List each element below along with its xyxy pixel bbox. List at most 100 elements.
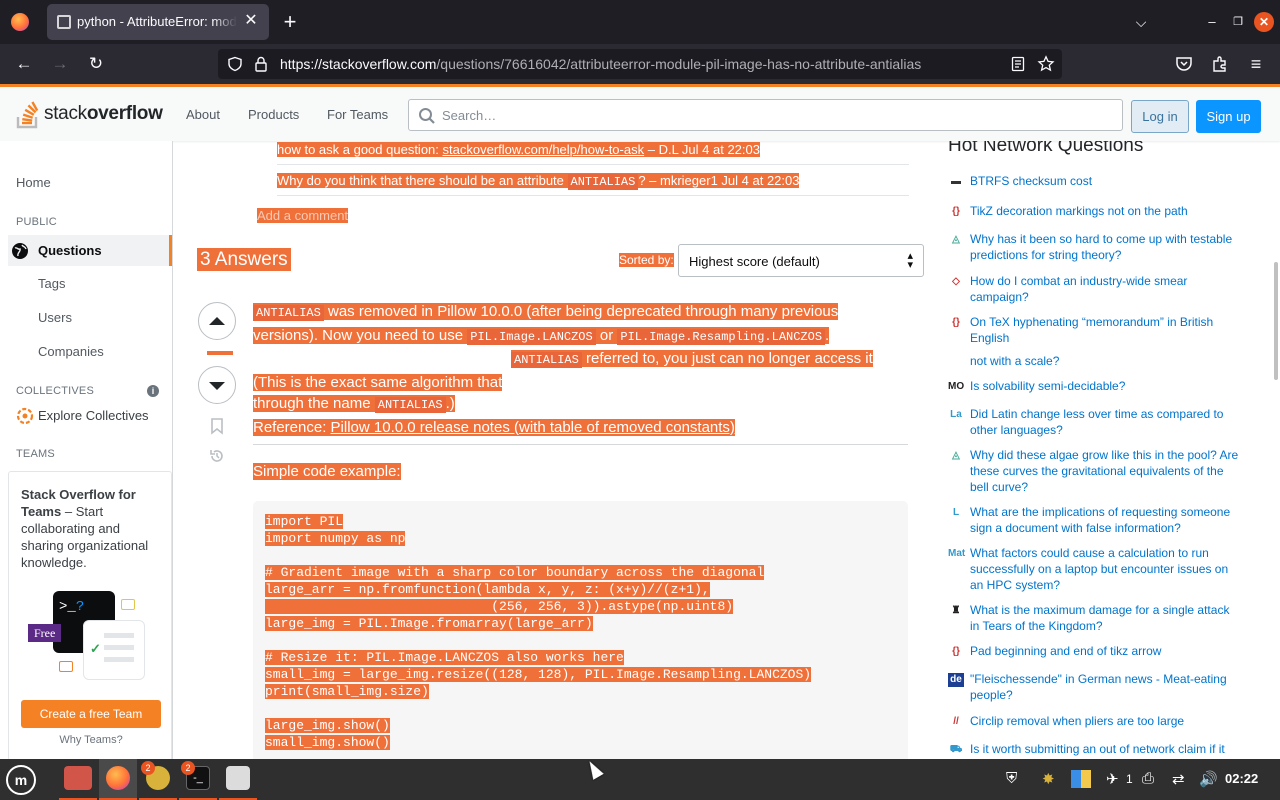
money-site-icon: ⛟ — [949, 744, 963, 755]
hnq-question-link[interactable]: On TeX hyphenating “memorandum” in Briti… — [970, 314, 1242, 346]
maximize-icon[interactable]: ❐ — [1228, 12, 1248, 32]
logo-text: stackoverflow — [44, 103, 163, 124]
hnq-question-link[interactable]: How do I combat an industry-wide smear c… — [970, 273, 1242, 305]
minimize-icon[interactable]: – — [1202, 12, 1222, 32]
hnq-question-link[interactable]: Why has it been so hard to come up with … — [970, 231, 1242, 263]
tab-list-chevron-down-icon[interactable]: ⌵ — [1131, 12, 1151, 32]
math-site-icon: Mat — [948, 548, 966, 559]
comment-divider — [277, 195, 909, 196]
tab-title: python - AttributeError: module 'PIL.Ima… — [77, 14, 237, 29]
sidebar-item-home[interactable]: Home — [16, 175, 51, 190]
taskbar-app-terminal[interactable]: -_ 2 — [179, 759, 217, 800]
login-button[interactable]: Log in — [1131, 100, 1189, 133]
firefox-icon[interactable] — [11, 13, 29, 31]
hamburger-menu-icon[interactable]: ≡ — [1244, 52, 1268, 76]
shield-tray-icon[interactable]: ⛨ — [1006, 770, 1017, 787]
stackoverflow-logo[interactable]: stackoverflow — [16, 99, 163, 129]
hnq-question-link[interactable]: Is it worth submitting an out of network… — [970, 741, 1242, 757]
downvote-button[interactable] — [198, 366, 236, 404]
hnq-question-link[interactable]: not with a scale? — [970, 353, 1242, 369]
code-line: large_arr = np.fromfunction(lambda x, y,… — [265, 582, 710, 597]
create-free-team-button[interactable]: Create a free Team — [21, 700, 161, 728]
search-placeholder: Search… — [442, 108, 497, 123]
tab-close-icon[interactable]: ✕ — [241, 11, 261, 31]
shield-icon[interactable] — [227, 56, 243, 72]
collectives-icon — [16, 407, 34, 425]
comment-link[interactable]: stackoverflow.com/help/how-to-ask — [443, 142, 645, 157]
clock[interactable]: 02:22 — [1225, 771, 1258, 786]
taskbar-app-bee[interactable]: 2 — [139, 759, 177, 800]
sidebar-item-explore-collectives[interactable]: Explore Collectives — [38, 408, 149, 423]
info-icon[interactable]: i — [147, 385, 159, 397]
taskbar-app-firefox[interactable] — [99, 759, 137, 800]
network-tray-icon[interactable]: ⇄ — [1172, 770, 1185, 788]
bookmark-star-icon[interactable] — [1037, 55, 1055, 73]
printer-tray-icon[interactable]: ⎙ — [1142, 770, 1154, 787]
url-text[interactable]: https://stackoverflow.com/questions/7661… — [280, 56, 921, 72]
extensions-icon[interactable] — [1211, 55, 1229, 73]
notifications-count: 1 — [1126, 772, 1133, 786]
taskbar-app-settings[interactable] — [219, 759, 257, 800]
sort-select[interactable]: Highest score (default) ▴ ▾ — [678, 244, 924, 277]
hnq-question-link[interactable]: Pad beginning and end of tikz arrow — [970, 643, 1242, 659]
new-tab-icon[interactable]: + — [280, 10, 300, 34]
answer-divider — [253, 444, 908, 445]
bookmark-icon[interactable] — [210, 418, 224, 435]
signup-button[interactable]: Sign up — [1196, 100, 1261, 133]
left-sidebar: Home PUBLIC Questions Tags Users Compani… — [0, 141, 173, 761]
sidebar-item-users[interactable]: Users — [38, 310, 72, 325]
hnq-question-link[interactable]: What factors could cause a calculation t… — [970, 545, 1242, 593]
history-icon[interactable] — [208, 447, 226, 465]
window-close-icon[interactable]: ✕ — [1254, 12, 1274, 32]
release-notes-link[interactable]: Pillow 10.0.0 release notes (with table … — [331, 419, 735, 436]
tex-site-icon: {} — [952, 206, 960, 217]
mint-menu-icon[interactable]: m — [6, 765, 36, 795]
taskbar: m 2 -_ 2 ⛨ ✸ ✈ 1 ⎙ ⇄ 🔊 02:22 — [0, 759, 1280, 800]
code-line: # Gradient image with a sharp color boun… — [265, 565, 765, 580]
sidebar-item-tags[interactable]: Tags — [38, 276, 65, 291]
sidebar-item-companies[interactable]: Companies — [38, 344, 104, 359]
hnq-question-link[interactable]: BTRFS checksum cost — [970, 173, 1242, 189]
add-comment-link[interactable]: Add a comment — [257, 208, 349, 223]
url-bar[interactable]: https://stackoverflow.com/questions/7661… — [218, 49, 1062, 79]
reader-view-icon[interactable] — [1010, 56, 1026, 72]
stackoverflow-logo-icon — [16, 101, 39, 129]
gaming-site-icon: ♜ — [951, 605, 961, 616]
code-line: small_img.show() — [265, 735, 390, 750]
free-tag: Free — [28, 624, 62, 642]
hnq-question-link[interactable]: "Fleischessende" in German news - Meat-e… — [970, 671, 1242, 703]
workspace-tray-icon[interactable] — [1071, 770, 1091, 788]
nav-for-teams[interactable]: For Teams — [327, 107, 388, 122]
hnq-question-link[interactable]: What are the implications of requesting … — [970, 504, 1242, 536]
hnq-question-link[interactable]: Did Latin change less over time as compa… — [970, 406, 1242, 438]
nav-products[interactable]: Products — [248, 107, 299, 122]
lock-icon[interactable] — [254, 56, 268, 72]
upvote-button[interactable] — [198, 302, 236, 340]
hnq-question-link[interactable]: Why did these algae grow like this in th… — [970, 447, 1242, 495]
why-teams-link[interactable]: Why Teams? — [9, 734, 173, 746]
notifications-tray-icon[interactable]: ✈ — [1106, 770, 1119, 788]
hnq-question-link[interactable]: TikZ decoration markings not on the path — [970, 203, 1242, 219]
page-scrollbar-thumb[interactable] — [1274, 262, 1278, 380]
sidebar-section-collectives: COLLECTIVES — [16, 385, 95, 397]
browser-tab-active[interactable]: python - AttributeError: module 'PIL.Ima… — [47, 4, 269, 40]
back-arrow-icon[interactable]: ← — [12, 52, 36, 76]
forward-arrow-icon[interactable]: → — [48, 52, 72, 76]
globe-icon — [12, 243, 28, 259]
hnq-question-link[interactable]: Circlip removal when pliers are too larg… — [970, 713, 1242, 729]
taskbar-app-files[interactable] — [59, 759, 97, 800]
sidebar-item-questions[interactable]: Questions — [8, 235, 172, 266]
bee-tray-icon[interactable]: ✸ — [1042, 770, 1055, 788]
physics-site-icon: ◬ — [952, 450, 960, 461]
reload-icon[interactable]: ↻ — [84, 52, 108, 76]
code-line: import numpy as np — [265, 531, 406, 546]
comment: how to ask a good question: stackoverflo… — [277, 142, 760, 157]
nav-about[interactable]: About — [186, 107, 220, 122]
comment: Why do you think that there should be an… — [277, 173, 800, 190]
hnq-question-link[interactable]: What is the maximum damage for a single … — [970, 602, 1242, 634]
code-line: large_img.show() — [265, 718, 390, 733]
hnq-question-link[interactable]: Is solvability semi-decidable? — [970, 378, 1242, 394]
volume-tray-icon[interactable]: 🔊 — [1199, 770, 1218, 788]
pocket-icon[interactable] — [1175, 56, 1193, 73]
search-input[interactable]: Search… — [408, 99, 1123, 131]
